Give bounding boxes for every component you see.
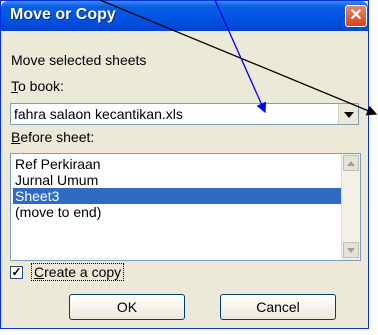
sheet-list-item[interactable]: Ref Perkiraan (13, 156, 345, 172)
scroll-down-icon (347, 248, 355, 253)
scroll-up-icon (347, 161, 355, 166)
ok-button[interactable]: OK (69, 294, 185, 320)
close-button[interactable]: ✕ (345, 5, 367, 27)
sheet-list-item-selected[interactable]: Sheet3 (13, 188, 345, 204)
checkmark-icon: ✓ (11, 265, 22, 279)
dialog-title: Move or Copy (10, 6, 116, 23)
move-or-copy-dialog: Move or Copy ✕ Move selected sheets To b… (0, 0, 369, 329)
before-sheet-label: Before sheet: (11, 129, 95, 145)
sheet-list-item[interactable]: Jurnal Umum (13, 172, 345, 188)
to-book-label: To book: (11, 78, 64, 94)
scroll-up-button[interactable] (343, 155, 359, 171)
scroll-down-button[interactable] (343, 242, 359, 258)
dropdown-arrow-icon (344, 112, 354, 118)
to-book-dropdown-button[interactable] (338, 104, 358, 124)
sheet-list-item[interactable]: (move to end) (13, 204, 345, 220)
close-icon: ✕ (349, 7, 363, 24)
to-book-value: fahra salaon kecantikan.xls (14, 106, 183, 122)
create-copy-checkbox[interactable]: ✓ (10, 266, 23, 279)
cancel-button[interactable]: Cancel (220, 294, 336, 320)
title-bar[interactable]: Move or Copy ✕ (1, 1, 368, 31)
create-copy-label[interactable]: Create a copy (31, 263, 125, 281)
before-sheet-list[interactable]: Ref Perkiraan Jurnal Umum Sheet3 (move t… (10, 153, 361, 261)
to-book-dropdown[interactable]: fahra salaon kecantikan.xls (10, 103, 359, 125)
vertical-scrollbar[interactable] (341, 154, 360, 260)
instruction-text: Move selected sheets (11, 52, 147, 68)
